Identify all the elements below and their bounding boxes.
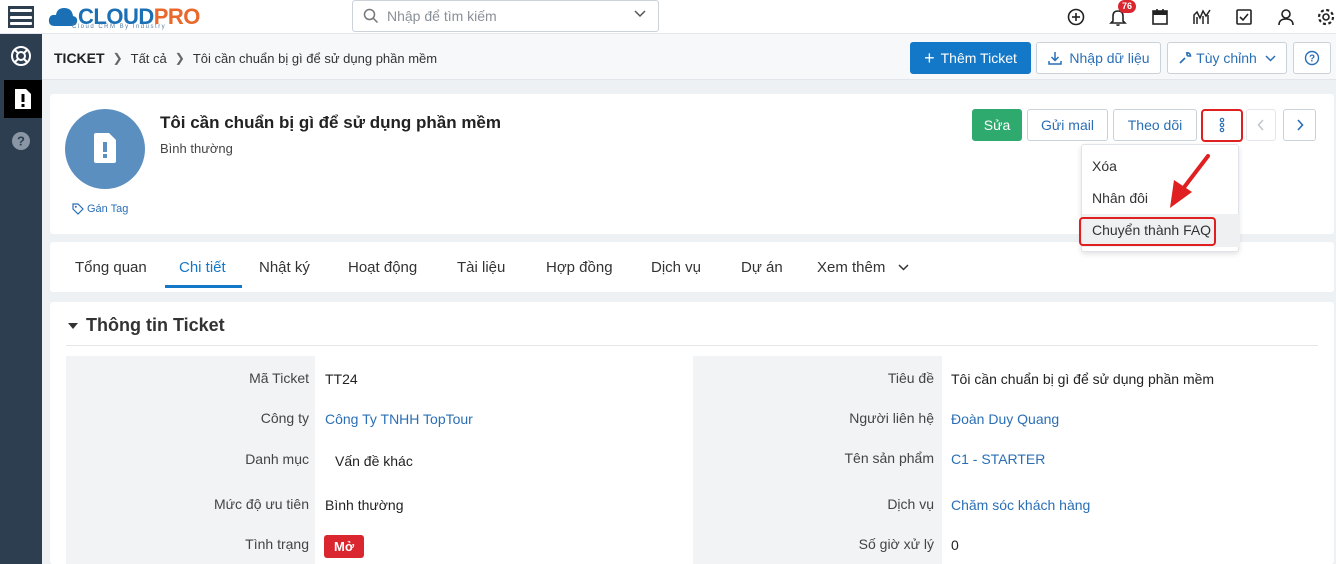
field-value-ticket-code: TT24 xyxy=(325,371,358,387)
menu-item-duplicate[interactable]: Nhân đôi xyxy=(1092,190,1148,206)
record-priority: Bình thường xyxy=(160,141,233,156)
breadcrumb-root[interactable]: TICKET xyxy=(54,50,105,66)
field-value-priority: Bình thường xyxy=(325,497,404,513)
chevron-right-icon: ❯ xyxy=(112,51,123,65)
section-divider xyxy=(66,345,1318,346)
tab-services[interactable]: Dịch vụ xyxy=(651,259,701,276)
logo-tagline: Cloud CRM By Industry xyxy=(72,24,167,30)
field-label-priority: Mức độ ưu tiên xyxy=(213,496,309,512)
calendar-icon[interactable] xyxy=(1150,7,1170,27)
tab-contracts[interactable]: Hợp đồng xyxy=(546,259,613,276)
svg-text:?: ? xyxy=(17,134,25,149)
menu-item-delete[interactable]: Xóa xyxy=(1092,158,1117,174)
user-icon[interactable] xyxy=(1276,7,1296,27)
import-data-button[interactable]: Nhập dữ liệu xyxy=(1036,42,1161,74)
ticket-icon xyxy=(15,89,31,109)
field-label-company: Công ty xyxy=(260,410,309,426)
breadcrumb-all[interactable]: Tất cả xyxy=(131,51,167,66)
record-title: Tôi cần chuẩn bị gì để sử dụng phần mềm xyxy=(160,113,502,132)
highlight-more-button xyxy=(1201,109,1243,142)
tab-details[interactable]: Chi tiết xyxy=(179,259,226,276)
chevron-down-icon[interactable] xyxy=(634,10,646,18)
collapse-caret-icon[interactable] xyxy=(68,323,78,329)
tab-documents[interactable]: Tài liệu xyxy=(457,259,505,276)
plus-icon: + xyxy=(924,47,935,68)
ticket-doc-icon xyxy=(94,133,116,163)
field-label-subject: Tiêu đề xyxy=(887,370,934,386)
field-value-processing-hours: 0 xyxy=(951,537,959,553)
edit-button[interactable]: Sửa xyxy=(972,109,1022,141)
tab-more[interactable]: Xem thêm xyxy=(817,259,885,276)
active-tab-indicator xyxy=(165,285,242,288)
field-value-contact[interactable]: Đoàn Duy Quang xyxy=(951,411,1059,427)
tab-activity[interactable]: Hoạt động xyxy=(348,259,417,276)
report-chart-icon[interactable] xyxy=(1192,7,1212,27)
highlight-convert-faq xyxy=(1079,217,1216,246)
send-mail-button[interactable]: Gửi mail xyxy=(1027,109,1108,141)
notification-badge: 76 xyxy=(1118,0,1137,13)
chevron-left-icon xyxy=(1257,119,1264,131)
question-circle-icon: ? xyxy=(1304,50,1320,66)
lifebuoy-icon xyxy=(11,46,31,66)
tag-icon xyxy=(72,203,84,215)
help-icon: ? xyxy=(12,132,30,150)
chevron-down-icon xyxy=(1265,54,1276,62)
add-ticket-button[interactable]: + Thêm Ticket xyxy=(910,42,1031,74)
customize-button[interactable]: Tùy chỉnh xyxy=(1167,42,1287,74)
sidebar-item-ticket[interactable] xyxy=(4,80,42,118)
section-title[interactable]: Thông tin Ticket xyxy=(86,315,225,336)
top-bar: CLOUDPRO Cloud CRM By Industry Nhập để t… xyxy=(0,0,1336,34)
help-button[interactable]: ? xyxy=(1293,42,1331,74)
chevron-down-icon[interactable] xyxy=(898,264,909,271)
tab-overview[interactable]: Tổng quan xyxy=(75,259,147,276)
chevron-right-icon xyxy=(1296,119,1304,131)
tab-log[interactable]: Nhật ký xyxy=(259,259,310,276)
field-label-ticket-code: Mã Ticket xyxy=(249,370,309,386)
field-label-contact: Người liên hệ xyxy=(849,410,934,426)
field-value-service[interactable]: Chăm sóc khách hàng xyxy=(951,497,1090,513)
follow-button[interactable]: Theo dõi xyxy=(1113,109,1197,141)
cloudpro-logo[interactable]: CLOUDPRO Cloud CRM By Industry xyxy=(48,2,200,32)
field-value-company[interactable]: Công Ty TNHH TopTour xyxy=(325,411,473,427)
field-value-subject: Tôi cần chuẩn bị gì để sử dụng phần mềm xyxy=(951,371,1215,387)
search-icon xyxy=(363,8,379,24)
field-label-category: Danh mục xyxy=(245,451,309,467)
add-circle-icon[interactable] xyxy=(1066,7,1086,27)
add-tag-link[interactable]: Gán Tag xyxy=(72,203,128,215)
wrench-icon xyxy=(1179,52,1192,64)
breadcrumb-current: Tôi cần chuẩn bị gì để sử dụng phần mềm xyxy=(192,50,438,66)
search-input[interactable]: Nhập để tìm kiếm xyxy=(352,0,659,32)
svg-text:?: ? xyxy=(1309,54,1315,65)
field-value-category: Vấn đề khác xyxy=(335,453,413,469)
field-label-service: Dịch vụ xyxy=(887,496,934,512)
field-value-product[interactable]: C1 - STARTER xyxy=(951,451,1045,467)
task-check-icon[interactable] xyxy=(1234,7,1254,27)
field-label-status: Tình trạng xyxy=(245,536,309,552)
tab-projects[interactable]: Dự án xyxy=(741,259,783,276)
sidebar-item-help[interactable]: ? xyxy=(0,123,42,159)
field-label-product: Tên sản phẩm xyxy=(844,450,935,466)
menu-icon[interactable] xyxy=(8,6,34,28)
status-badge: Mở xyxy=(324,535,365,558)
sidebar: ? xyxy=(0,34,42,564)
download-icon xyxy=(1048,52,1063,65)
previous-record-button[interactable] xyxy=(1246,109,1276,141)
annotation-arrow-icon xyxy=(1170,154,1210,208)
search-placeholder: Nhập để tìm kiếm xyxy=(387,8,497,24)
gear-icon[interactable] xyxy=(1316,7,1336,27)
chevron-right-icon: ❯ xyxy=(174,51,185,65)
field-label-processing-hours: Số giờ xử lý xyxy=(858,536,934,552)
sidebar-item-support[interactable] xyxy=(0,38,42,74)
breadcrumb: TICKET ❯ Tất cả ❯ Tôi cần chuẩn bị gì để… xyxy=(54,50,437,66)
next-record-button[interactable] xyxy=(1283,109,1316,141)
